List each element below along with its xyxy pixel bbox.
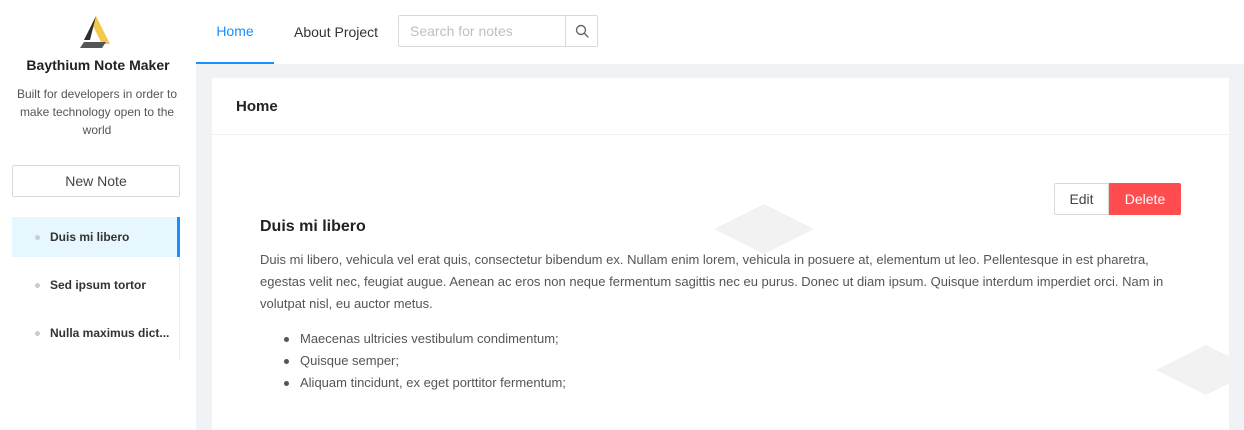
edit-button[interactable]: Edit — [1054, 183, 1109, 215]
note-title: Duis mi libero — [260, 218, 366, 235]
note-list-item-duis-mi-libero[interactable]: Duis mi libero — [12, 217, 180, 257]
new-note-button[interactable]: New Note — [12, 165, 180, 197]
app-logo — [80, 16, 110, 48]
note-bullet-item: Aliquam tincidunt, ex eget porttitor fer… — [260, 372, 566, 394]
app-description: Built for developers in order to make te… — [16, 87, 178, 137]
bullet-dot-icon — [35, 235, 40, 240]
note-body: Duis mi libero, vehicula vel erat quis, … — [260, 252, 1164, 311]
top-nav: Home About Project — [196, 0, 1244, 64]
decorative-diamond-shape — [1156, 345, 1229, 395]
note-bullet-list: Maecenas ultricies vestibulum condimentu… — [260, 328, 566, 394]
delete-button[interactable]: Delete — [1109, 183, 1181, 215]
search-box — [398, 15, 598, 47]
search-button[interactable] — [565, 15, 598, 47]
note-bullet-item: Maecenas ultricies vestibulum condimentu… — [260, 328, 566, 350]
note-list-item-sed-ipsum-tortor[interactable]: Sed ipsum tortor — [12, 265, 180, 305]
search-input[interactable] — [398, 15, 565, 47]
note-card: Home Edit Delete Duis mi libero Duis mi … — [212, 78, 1229, 430]
note-bullet-item: Quisque semper; — [260, 350, 566, 372]
decorative-diamond-shape — [714, 204, 814, 254]
sidebar: Baythium Note Maker Built for developers… — [0, 0, 196, 430]
tab-home[interactable]: Home — [196, 0, 274, 64]
note-list-item-label: Duis mi libero — [50, 230, 130, 244]
bullet-dot-icon — [35, 331, 40, 336]
note-list-item-nulla-maximus[interactable]: Nulla maximus dict... — [12, 313, 180, 353]
card-header: Home — [212, 78, 1229, 135]
note-actions: Edit Delete — [1054, 183, 1181, 215]
app-title: Baythium Note Maker — [26, 57, 170, 73]
note-list-item-label: Nulla maximus dict... — [50, 326, 170, 340]
note-list: Duis mi libero Sed ipsum tortor Nulla ma… — [12, 217, 180, 361]
search-icon — [575, 24, 589, 38]
note-list-item-label: Sed ipsum tortor — [50, 278, 147, 292]
tab-about-project[interactable]: About Project — [294, 0, 378, 64]
bullet-dot-icon — [35, 283, 40, 288]
